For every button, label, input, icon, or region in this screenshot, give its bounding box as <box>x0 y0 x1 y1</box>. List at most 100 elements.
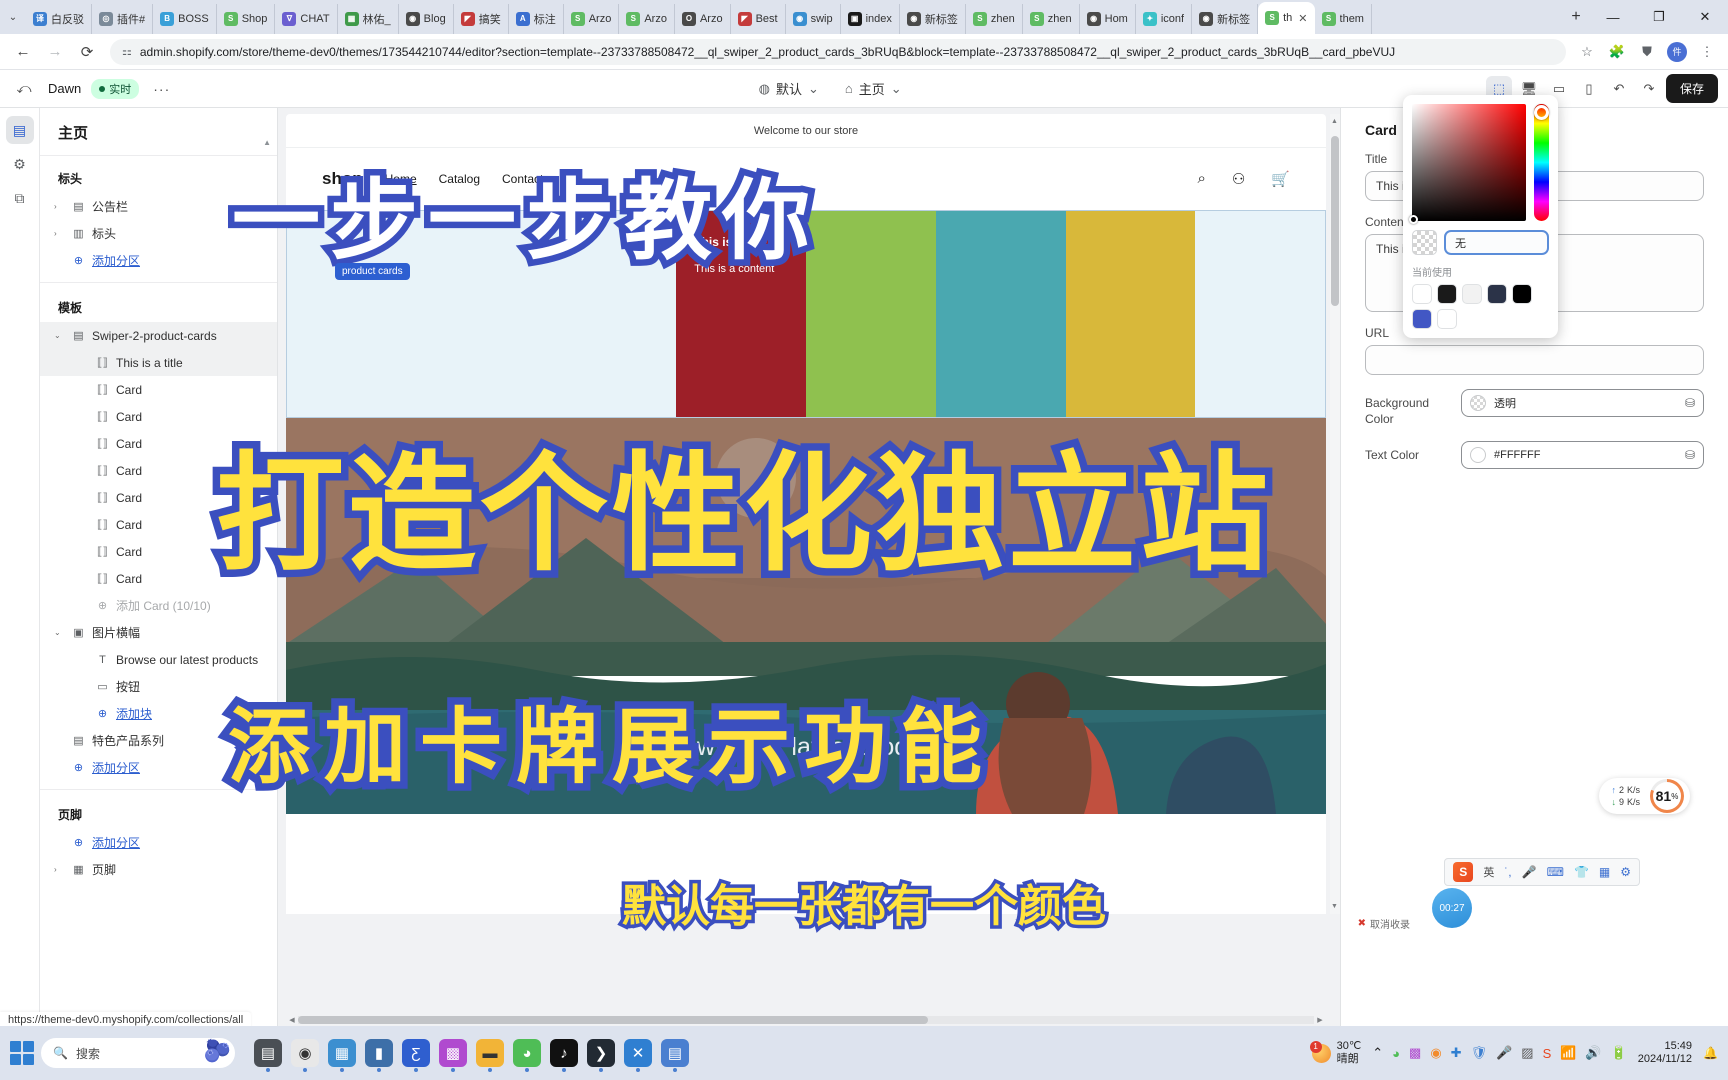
product-card[interactable] <box>287 211 417 417</box>
browser-menu-icon[interactable]: ⋮ <box>1694 39 1720 65</box>
punctuation-icon[interactable]: ˙, <box>1504 865 1511 879</box>
bookmark-star-icon[interactable]: ☆ <box>1574 39 1600 65</box>
start-button-icon[interactable] <box>10 1041 34 1065</box>
weather-widget[interactable]: 1 30℃ 晴朗 <box>1309 1040 1361 1066</box>
ime-toolbar[interactable]: S 英 ˙, 🎤 ⌨ 👕 ▦ ⚙ <box>1444 858 1640 886</box>
nav-link-catalog[interactable]: Catalog <box>439 172 480 186</box>
account-icon[interactable]: ⚇ <box>1232 170 1245 188</box>
sidebar-item-card-10-10[interactable]: ⊕ 添加 Card (10/10) <box>40 592 277 619</box>
store-preview[interactable]: Welcome to our store shop Home Catalog Con… <box>286 114 1326 914</box>
sidebar-item-card[interactable]: ⟦⟧ Card <box>40 403 277 430</box>
product-card[interactable] <box>416 211 547 417</box>
chevron-right-icon[interactable]: › <box>54 202 65 211</box>
chrome-icon[interactable]: ◉ <box>291 1039 319 1067</box>
browser-tab[interactable]: 译白反驳 <box>26 4 92 34</box>
exit-editor-button[interactable]: ⤺ <box>10 75 38 103</box>
url-input[interactable] <box>1365 345 1704 375</box>
editor-more-button[interactable]: ··· <box>149 81 174 97</box>
sidebar-item-[interactable]: › ▥ 标头 <box>40 220 277 247</box>
sidebar-item-card[interactable]: ⟦⟧ Card <box>40 430 277 457</box>
sogou-tray-icon[interactable]: S <box>1543 1046 1552 1061</box>
browser-tab[interactable]: A 标注 <box>509 4 564 34</box>
browser-tab[interactable]: ◉ 新标签 <box>1192 4 1259 34</box>
recent-color-swatch[interactable] <box>1512 284 1532 304</box>
tiktok-icon[interactable]: ♪ <box>550 1039 578 1067</box>
notepad-icon[interactable]: ▤ <box>661 1039 689 1067</box>
share-icon[interactable]: ⛊ <box>1634 39 1660 65</box>
tab-list-chevron-icon[interactable]: ⌄ <box>0 0 26 34</box>
sidebar-item-[interactable]: ⊕ 添加分区 <box>40 829 277 856</box>
browser-tab[interactable]: ◉ Blog <box>399 4 454 34</box>
color-stack-icon[interactable]: ⛁ <box>1685 396 1695 410</box>
background-color-field[interactable]: 透明 ⛁ <box>1461 389 1704 417</box>
sogou-ime-logo-icon[interactable]: S <box>1453 862 1474 882</box>
browser-tab[interactable]: ◉ swip <box>786 4 841 34</box>
wechat-icon[interactable]: ◕ <box>513 1039 541 1067</box>
horizontal-scroll-track[interactable] <box>298 1016 1314 1024</box>
mic-tray-icon[interactable]: 🎤 <box>1496 1045 1512 1061</box>
browser-tab[interactable]: S Arzo <box>619 4 675 34</box>
scroll-up-icon[interactable]: ▲ <box>1331 118 1338 125</box>
browser-tab[interactable]: Szhen <box>1023 4 1080 34</box>
close-window-button[interactable]: ✕ <box>1682 0 1728 34</box>
browser-tab[interactable]: ◉ Hom <box>1080 4 1136 34</box>
settings-icon[interactable]: ⚙ <box>6 150 34 178</box>
sidebar-item-card[interactable]: ⟦⟧ Card <box>40 376 277 403</box>
explorer-icon[interactable]: ▬ <box>476 1039 504 1067</box>
defender-icon[interactable]: 🛡 <box>1471 1045 1488 1061</box>
minimize-button[interactable]: — <box>1590 0 1636 34</box>
color-value-input[interactable]: 无 <box>1444 230 1549 255</box>
sidebar-item-card[interactable]: ⟦⟧ Card <box>40 511 277 538</box>
chevron-down-icon[interactable]: ⌄ <box>54 628 65 637</box>
settings-icon[interactable]: ⚙ <box>1620 865 1631 879</box>
notification-bell-icon[interactable]: 🔔 <box>1703 1046 1718 1060</box>
sidebar-item-[interactable]: ⌄ ▣ 图片横幅 <box>40 619 277 646</box>
product-card[interactable] <box>1065 211 1196 417</box>
hue-handle[interactable] <box>1534 105 1549 120</box>
wifi-icon[interactable]: 📶 <box>1560 1045 1576 1061</box>
app-tray-icon[interactable]: ▩ <box>1409 1045 1421 1061</box>
swiper-product-cards-section[interactable]: This is a title This is a content product… <box>286 210 1326 418</box>
chevron-up-icon[interactable]: ⌃ <box>1372 1045 1383 1061</box>
maximize-button[interactable]: ❐ <box>1636 0 1682 34</box>
apps-icon[interactable]: ⧉ <box>6 184 34 212</box>
extensions-icon[interactable]: 🧩 <box>1604 39 1630 65</box>
browser-tab[interactable]: S Shop <box>217 4 276 34</box>
sidebar-list[interactable]: 标头 › ▤ 公告栏 › ▥ 标头 ⊕ 添加分区 模板 ⌄ ▤ Swiper-2-product-car… <box>40 156 277 1026</box>
network-monitor-widget[interactable]: ↑ 2 K/s ↓ 9 K/s 81% <box>1599 778 1690 814</box>
browser-tab[interactable]: ◎ 插件# <box>92 4 154 34</box>
theme-variant-chip[interactable]: ◍ 默认 ⌄ <box>759 79 819 98</box>
photos-icon[interactable]: ▦ <box>328 1039 356 1067</box>
screen-recorder-timer[interactable]: 00:27 <box>1432 888 1472 928</box>
recent-color-swatch[interactable] <box>1412 309 1432 329</box>
sidebar-item-swiper-2-product-cards[interactable]: ⌄ ▤ Swiper-2-product-cards <box>40 322 277 349</box>
recent-color-swatch[interactable] <box>1412 284 1432 304</box>
browser-tab[interactable]: O Arzo <box>675 4 731 34</box>
net-tray-icon[interactable]: ▨ <box>1521 1045 1533 1061</box>
sidebar-item-card[interactable]: ⟦⟧ Card <box>40 538 277 565</box>
save-button[interactable]: 保存 <box>1665 74 1718 103</box>
browser-tab[interactable]: ✦ iconf <box>1136 4 1193 34</box>
xbox-tray-icon[interactable]: ◉ <box>1430 1045 1441 1061</box>
volume-icon[interactable]: 🔊 <box>1585 1045 1601 1061</box>
wechat-tray-icon[interactable]: ◕ <box>1392 1046 1400 1061</box>
browser-tab[interactable]: ∇ CHAT <box>275 4 338 34</box>
product-card[interactable] <box>806 211 936 417</box>
address-bar[interactable]: ⚏ admin.shopify.com/store/theme-dev0/the… <box>110 38 1566 65</box>
close-tab-icon[interactable]: ✕ <box>1298 12 1307 25</box>
sidebar-item-[interactable]: ⊕ 添加块 <box>40 700 277 727</box>
product-card[interactable] <box>1195 211 1325 417</box>
scroll-left-icon[interactable]: ◀ <box>286 1016 298 1024</box>
browser-tab[interactable]: S Arzo <box>564 4 620 34</box>
ime-mode-label[interactable]: 英 <box>1483 864 1494 880</box>
terminal-icon[interactable]: ❯ <box>587 1039 615 1067</box>
recent-color-swatch[interactable] <box>1437 309 1457 329</box>
chevron-down-icon[interactable]: ⌄ <box>54 331 65 340</box>
reload-button[interactable]: ⟳ <box>72 38 102 66</box>
taskbar-search[interactable]: 🔍 搜索 🫐 <box>41 1038 235 1068</box>
text-color-field[interactable]: #FFFFFF ⛁ <box>1461 441 1704 470</box>
sidebar-item-browse-our-latest-products[interactable]: T Browse our latest products <box>40 646 277 673</box>
browser-tab[interactable]: ◤ 搞笑 <box>454 4 509 34</box>
redo-icon[interactable]: ↷ <box>1636 76 1662 102</box>
browser-tab[interactable]: ◤ Best <box>731 4 786 34</box>
